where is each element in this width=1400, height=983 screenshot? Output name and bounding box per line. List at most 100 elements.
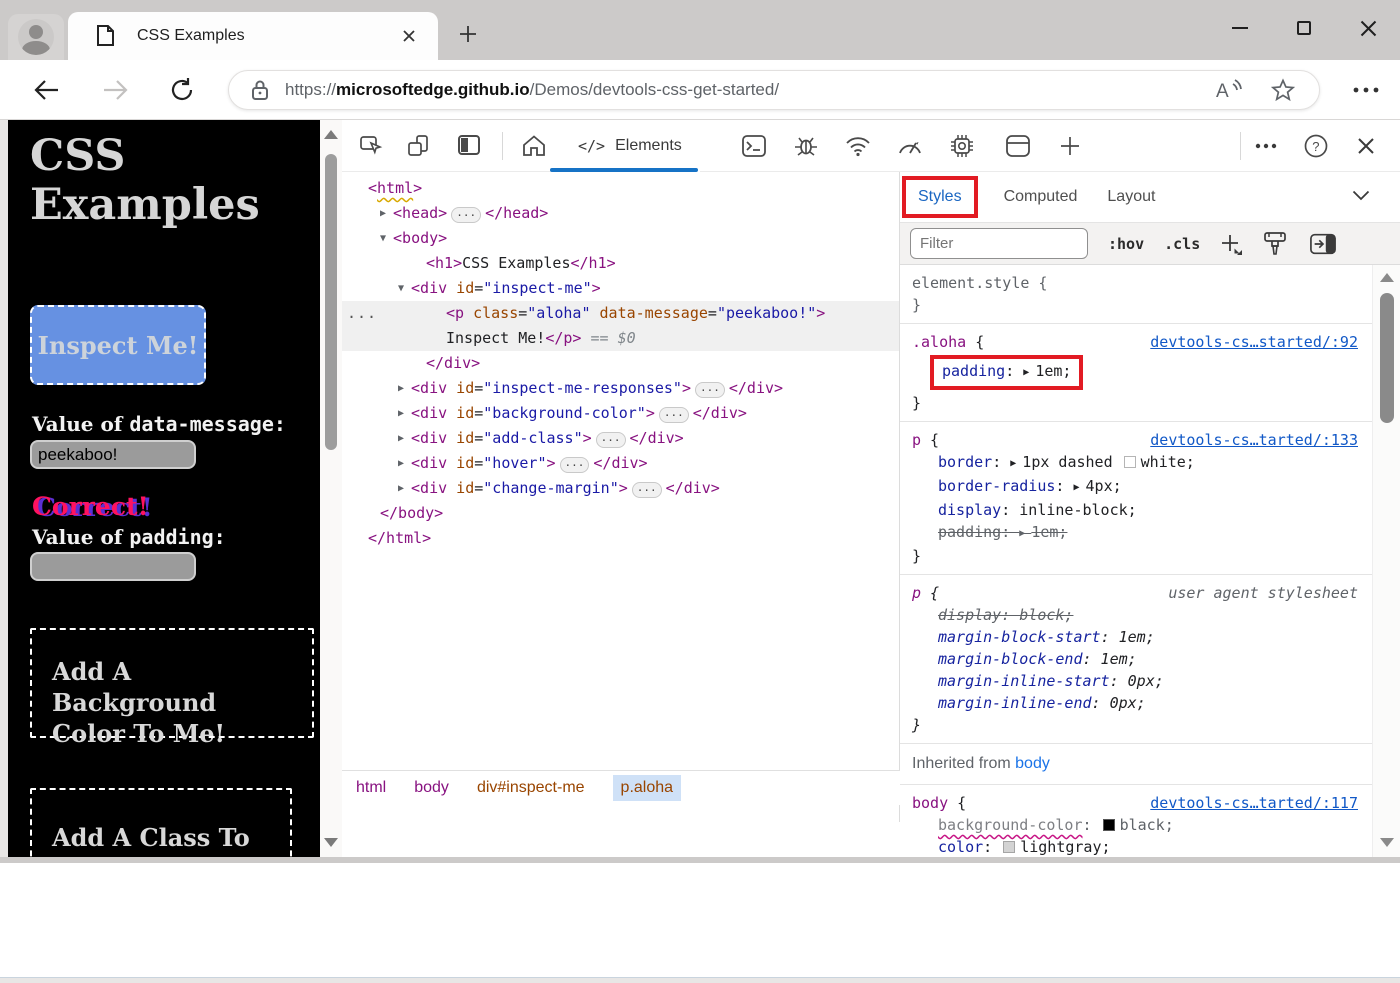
home-icon[interactable] (518, 130, 550, 162)
data-message-input[interactable] (30, 440, 196, 469)
code-line[interactable]: margin-inline-start: 0px; (912, 670, 1362, 692)
forward-button[interactable] (100, 74, 132, 106)
debugger-bug-icon[interactable] (790, 130, 822, 162)
chevron-down-icon[interactable] (1352, 190, 1370, 201)
scroll-down-icon[interactable] (324, 838, 338, 847)
code-line[interactable]: } (912, 294, 1362, 316)
memory-chip-icon[interactable] (946, 130, 978, 162)
breadcrumb-item[interactable]: body (414, 779, 449, 797)
inspect-element-icon[interactable] (356, 130, 388, 162)
browser-tab[interactable]: CSS Examples (68, 12, 438, 60)
code-line[interactable]: ▶<div id="change-margin">...</div> (342, 476, 899, 501)
dock-side-icon[interactable] (454, 130, 486, 162)
code-line[interactable]: } (912, 714, 1362, 736)
code-line[interactable]: ...<p class="aloha" data-message="peekab… (342, 301, 899, 326)
code-line[interactable]: ▶<div id="hover">...</div> (342, 451, 899, 476)
address-bar[interactable]: https://microsoftedge.github.io/Demos/de… (228, 70, 1320, 110)
code-line[interactable]: Inspect Me!</p> == $0 (342, 326, 899, 351)
tab-layout[interactable]: Layout (1107, 188, 1155, 206)
code-line[interactable]: margin-block-start: 1em; (912, 626, 1362, 648)
lock-icon[interactable] (251, 79, 269, 101)
console-icon[interactable] (738, 130, 770, 162)
computed-sidebar-toggle-icon[interactable] (1310, 231, 1336, 257)
new-tab-button[interactable] (450, 16, 486, 52)
code-line[interactable]: background-color: black; (912, 814, 1362, 836)
code-line[interactable]: ▼<body> (342, 226, 899, 251)
background-color-box[interactable]: Add A Background Color To Me! (30, 628, 314, 738)
refresh-button[interactable] (166, 74, 198, 106)
code-line[interactable]: padding: ▶ 1em; (912, 353, 1362, 392)
padding-input[interactable] (30, 552, 196, 581)
code-line[interactable]: p {devtools-cs…tarted/:133 (912, 429, 1362, 451)
code-line[interactable]: ▶<div id="add-class">...</div> (342, 426, 899, 451)
code-line[interactable]: </html> (342, 526, 899, 551)
code-line[interactable]: <html> (342, 176, 899, 201)
dom-node-menu-icon[interactable]: ... (347, 301, 377, 326)
add-class-box[interactable]: Add A Class To Me! (30, 788, 292, 857)
tab-styles[interactable]: Styles (918, 188, 962, 205)
inspect-me-button[interactable]: Inspect Me! (30, 305, 206, 385)
network-wifi-icon[interactable] (842, 130, 874, 162)
scroll-down-icon[interactable] (1380, 838, 1394, 847)
padding-label: Value of padding: (32, 525, 226, 549)
toggle-cls-button[interactable]: .cls (1164, 235, 1200, 253)
code-line[interactable]: </div> (342, 351, 899, 376)
breadcrumb-item[interactable]: p.aloha (613, 775, 682, 801)
code-line[interactable]: padding: ▶ 1em; (912, 521, 1362, 545)
dom-tree: <html>▶<head>...</head>▼<body><h1>CSS Ex… (342, 172, 900, 822)
minimize-button[interactable] (1208, 0, 1272, 56)
styles-scrollbar-thumb[interactable] (1380, 293, 1394, 423)
page-scrollbar-thumb[interactable] (325, 154, 337, 450)
breadcrumb: html body div#inspect-me p.aloha (342, 770, 900, 805)
scroll-up-icon[interactable] (1380, 273, 1394, 282)
profile-button[interactable] (8, 14, 64, 60)
code-line[interactable]: } (912, 392, 1362, 414)
help-icon[interactable]: ? (1300, 130, 1332, 162)
code-line[interactable]: display: inline-block; (912, 499, 1362, 521)
maximize-button[interactable] (1272, 0, 1336, 56)
breadcrumb-item[interactable]: html (356, 779, 386, 797)
breadcrumb-item[interactable]: div#inspect-me (477, 779, 585, 797)
tab-elements[interactable]: </> Elements (560, 120, 700, 172)
application-icon[interactable] (1002, 130, 1034, 162)
code-line[interactable]: Inherited from body (912, 753, 1362, 775)
browser-menu-icon[interactable] (1346, 78, 1386, 102)
favorites-star-icon[interactable] (1271, 78, 1295, 102)
styles-scrollbar[interactable] (1372, 265, 1400, 857)
code-line[interactable]: ▼<div id="inspect-me"> (342, 276, 899, 301)
code-line[interactable]: margin-inline-end: 0px; (912, 692, 1362, 714)
filter-input[interactable] (910, 228, 1088, 259)
scroll-up-icon[interactable] (324, 130, 338, 139)
code-line[interactable]: } (912, 545, 1362, 567)
code-line[interactable]: border: ▶ 1px dashed white; (912, 451, 1362, 475)
devtools-close-icon[interactable] (1350, 130, 1382, 162)
device-emulation-icon[interactable] (404, 130, 436, 162)
toggle-hov-button[interactable]: :hov (1108, 235, 1144, 253)
code-line[interactable]: ▶<div id="background-color">...</div> (342, 401, 899, 426)
page-scrollbar[interactable] (320, 120, 342, 857)
code-line[interactable]: body {devtools-cs…tarted/:117 (912, 792, 1362, 814)
code-line[interactable]: margin-block-end: 1em; (912, 648, 1362, 670)
code-line[interactable]: </body> (342, 501, 899, 526)
tab-close-icon[interactable] (402, 29, 416, 43)
read-aloud-icon[interactable]: A (1215, 78, 1243, 102)
performance-icon[interactable] (894, 130, 926, 162)
back-button[interactable] (30, 74, 62, 106)
more-tabs-icon[interactable] (1054, 130, 1086, 162)
code-line[interactable]: p {user agent stylesheet (912, 582, 1362, 604)
code-line[interactable]: border-radius: ▶ 4px; (912, 475, 1362, 499)
devtools-more-icon[interactable] (1250, 130, 1282, 162)
code-line[interactable]: color: lightgray; (912, 836, 1362, 857)
code-line[interactable]: ▶<div id="inspect-me-responses">...</div… (342, 376, 899, 401)
style-rule-section: body {devtools-cs…tarted/:117background-… (900, 785, 1372, 857)
code-line[interactable]: display: block; (912, 604, 1362, 626)
code-line[interactable]: ▶<head>...</head> (342, 201, 899, 226)
tab-computed[interactable]: Computed (1004, 188, 1078, 206)
toolbar-divider (1240, 132, 1241, 160)
close-button[interactable] (1336, 0, 1400, 56)
paint-brush-icon[interactable] (1262, 231, 1288, 257)
new-style-rule-icon[interactable] (1218, 231, 1244, 257)
code-line[interactable]: <h1>CSS Examples</h1> (342, 251, 899, 276)
code-line[interactable]: element.style { (912, 272, 1362, 294)
code-line[interactable]: .aloha {devtools-cs…started/:92 (912, 331, 1362, 353)
